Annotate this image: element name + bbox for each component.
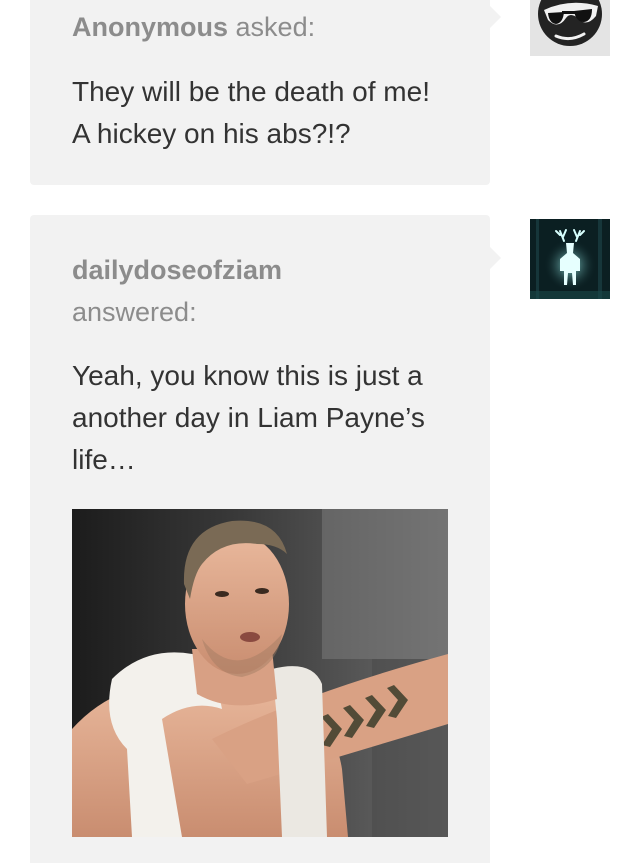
asker-name[interactable]: Anonymous [72,12,228,42]
question-bubble: Anonymous asked: They will be the death … [30,0,501,185]
gif-photo [72,509,448,837]
question-text: They will be the death of me! A hickey o… [72,76,430,149]
asked-label: asked: [235,12,316,42]
answer-photo[interactable] [72,509,448,837]
answer-text: Yeah, you know this is just a another da… [72,360,425,475]
glowing-stag-icon [530,219,610,299]
sunglasses-face-icon [530,0,610,56]
answered-label: answered: [72,297,197,327]
answerer-line: dailydoseofziam answered: [72,249,282,333]
answerer-name[interactable]: dailydoseofziam [72,255,282,285]
asker-line: Anonymous asked: [72,6,315,48]
ask-answer-post: Anonymous asked: They will be the death … [0,0,640,863]
answer-bubble: dailydoseofziam answered: Yeah, you know… [30,215,501,863]
blog-avatar[interactable] [530,219,610,299]
anonymous-avatar[interactable] [530,0,610,56]
